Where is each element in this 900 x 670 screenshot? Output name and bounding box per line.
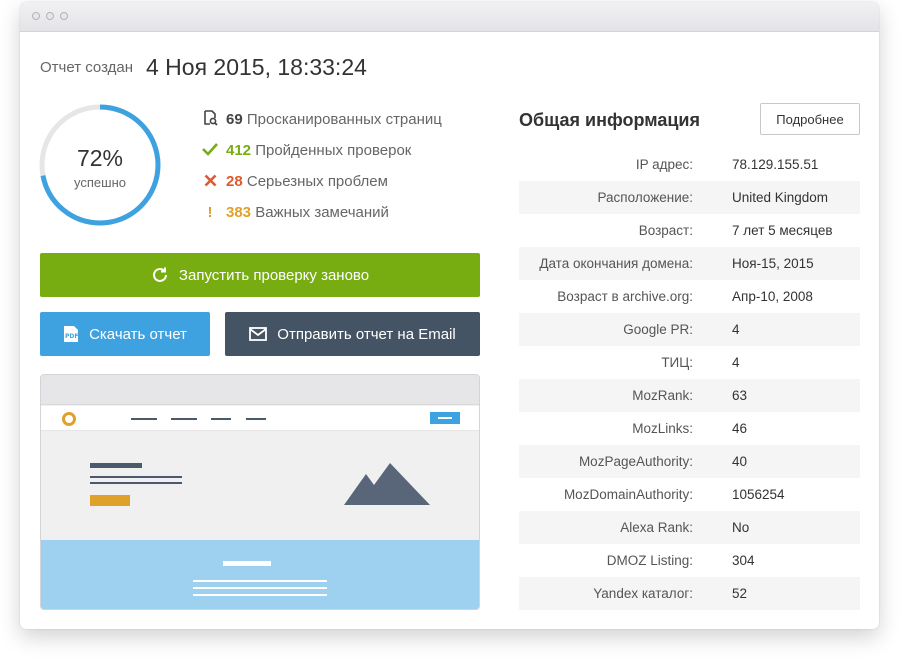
info-value: 46 xyxy=(732,421,748,436)
info-key: MozPageAuthority: xyxy=(578,454,693,469)
pdf-icon: PDF xyxy=(63,325,79,343)
info-value: 52 xyxy=(732,586,748,601)
envelope-icon xyxy=(249,327,268,341)
info-row: Возраст: 7 лет 5 месяцев xyxy=(519,214,860,247)
cross-icon xyxy=(202,172,218,192)
preview-nav xyxy=(41,406,479,431)
info-row: Alexa Rank: No xyxy=(519,511,860,544)
preview-footer-text xyxy=(193,587,327,589)
stat-scanned-pages: 69 Просканированных страниц xyxy=(202,110,442,130)
info-row: Google PR: 4 xyxy=(519,313,860,346)
info-key: DMOZ Listing: xyxy=(606,553,693,568)
info-key: Google PR: xyxy=(623,322,693,337)
info-key: Alexa Rank: xyxy=(620,520,693,535)
info-row: IP адрес: 78.129.155.51 xyxy=(519,148,860,181)
stat-count: 69 xyxy=(226,111,243,128)
details-button[interactable]: Подробнее xyxy=(760,103,860,135)
info-key: Дата окончания домена: xyxy=(539,256,693,271)
window-close-dot[interactable] xyxy=(32,12,40,20)
stat-count: 412 xyxy=(226,142,252,159)
preview-footer-text xyxy=(193,594,327,596)
preview-hero-title xyxy=(90,463,142,468)
preview-hero-text xyxy=(90,476,182,478)
preview-footer-title xyxy=(223,561,271,566)
preview-footer xyxy=(41,540,479,609)
preview-nav-item xyxy=(131,418,157,420)
rerun-check-label: Запустить проверку заново xyxy=(178,266,370,284)
info-value: 78.129.155.51 xyxy=(732,157,819,172)
info-key: MozRank: xyxy=(632,388,693,403)
info-key: IP адрес: xyxy=(635,157,693,172)
general-info-title: Общая информация xyxy=(519,110,700,130)
search-page-icon xyxy=(202,110,218,130)
info-row: Дата окончания домена: Ноя-15, 2015 xyxy=(519,247,860,280)
preview-hero-text xyxy=(90,482,182,484)
info-row: Расположение: United Kingdom xyxy=(519,181,860,214)
preview-hero-button xyxy=(90,495,130,506)
info-key: MozLinks: xyxy=(632,421,693,436)
info-value: Ноя-15, 2015 xyxy=(732,256,814,271)
info-row: Возраст в archive.org: Апр-10, 2008 xyxy=(519,280,860,313)
info-value: No xyxy=(732,520,750,535)
stat-label: Просканированных страниц xyxy=(246,111,442,128)
exclamation-icon: ! xyxy=(207,204,213,221)
email-report-label: Отправить отчет на Email xyxy=(277,325,456,343)
window-minimize-dot[interactable] xyxy=(46,12,54,20)
info-value: Апр-10, 2008 xyxy=(732,289,813,304)
general-info-table: IP адрес: 78.129.155.51 Расположение: Unite… xyxy=(519,148,860,610)
preview-footer-text xyxy=(193,580,327,582)
info-row: MozPageAuthority: 40 xyxy=(519,445,860,478)
window-titlebar xyxy=(20,2,879,32)
report-date: 4 Ноя 2015, 18:33:24 xyxy=(146,54,367,80)
stat-count: 383 xyxy=(226,204,252,221)
info-key: ТИЦ: xyxy=(661,355,693,370)
info-value: 40 xyxy=(732,454,748,469)
info-row: MozDomainAuthority: 1056254 xyxy=(519,478,860,511)
email-report-button[interactable]: Отправить отчет на Email xyxy=(225,312,480,356)
preview-browser-bar xyxy=(41,375,479,405)
preview-nav-item xyxy=(171,418,197,420)
check-icon xyxy=(202,141,218,161)
report-created-label: Отчет создан xyxy=(40,59,134,76)
info-value: 304 xyxy=(732,553,755,568)
stat-important-notes: ! 383 Важных замечаний xyxy=(202,203,389,223)
stat-passed-checks: 412 Пройденных проверок xyxy=(202,141,411,161)
info-row: Yandex каталог: 52 xyxy=(519,577,860,610)
info-row: MozRank: 63 xyxy=(519,379,860,412)
mountain-image-icon xyxy=(344,463,430,505)
score-percent: 72% xyxy=(76,145,124,171)
score-label: успешно xyxy=(74,175,126,190)
info-key: MozDomainAuthority: xyxy=(563,487,693,502)
stat-label: Важных замечаний xyxy=(255,204,389,221)
info-value: 63 xyxy=(732,388,748,403)
info-row: ТИЦ: 4 xyxy=(519,346,860,379)
window-zoom-dot[interactable] xyxy=(60,12,68,20)
info-value: United Kingdom xyxy=(732,190,829,205)
stat-count: 28 xyxy=(226,173,243,190)
info-value: 4 xyxy=(732,322,740,337)
stat-label: Пройденных проверок xyxy=(255,142,412,159)
download-report-label: Скачать отчет xyxy=(89,325,187,343)
info-row: MozLinks: 46 xyxy=(519,412,860,445)
stat-label: Серьезных проблем xyxy=(246,173,388,190)
info-key: Возраст: xyxy=(638,223,693,238)
info-value: 4 xyxy=(732,355,740,370)
app-window: Отчет создан 4 Ноя 2015, 18:33:24 72% ус… xyxy=(20,2,879,629)
download-report-button[interactable]: PDF Скачать отчет xyxy=(40,312,210,356)
stat-serious-problems: 28 Серьезных проблем xyxy=(202,172,388,192)
info-key: Возраст в archive.org: xyxy=(557,289,693,304)
info-value: 7 лет 5 месяцев xyxy=(732,223,833,238)
site-preview-thumbnail xyxy=(40,374,480,610)
info-key: Расположение: xyxy=(597,190,693,205)
info-row: DMOZ Listing: 304 xyxy=(519,544,860,577)
info-value: 1056254 xyxy=(732,487,785,502)
rerun-check-button[interactable]: Запустить проверку заново xyxy=(40,253,480,297)
refresh-icon xyxy=(151,266,169,284)
preview-nav-item xyxy=(211,418,231,420)
preview-logo xyxy=(62,412,76,426)
preview-nav-item xyxy=(246,418,266,420)
svg-text:PDF: PDF xyxy=(65,333,78,340)
preview-menu-button xyxy=(430,412,460,424)
info-key: Yandex каталог: xyxy=(593,586,693,601)
